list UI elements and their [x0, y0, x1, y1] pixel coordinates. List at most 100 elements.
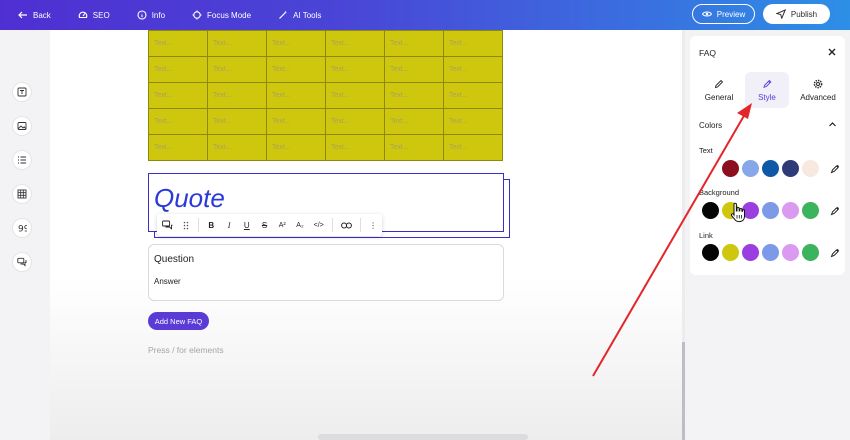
table-cell[interactable]: Text... — [325, 134, 385, 161]
eyedropper-icon[interactable] — [830, 164, 840, 174]
toolbar-divider — [331, 218, 333, 232]
link-color-swatch[interactable] — [802, 244, 819, 261]
superscript-button[interactable]: A² — [273, 214, 291, 236]
code-button[interactable]: </> — [309, 214, 329, 236]
table-cell[interactable]: Text... — [148, 56, 208, 83]
quote-text[interactable]: Quote — [154, 183, 225, 214]
table-cell[interactable]: Text... — [148, 134, 208, 161]
table-cell[interactable]: Text... — [443, 82, 503, 109]
focus-mode-button[interactable]: Focus Mode — [192, 10, 251, 20]
ai-tools-button[interactable]: AI Tools — [278, 10, 321, 20]
table-cell[interactable]: Text... — [443, 108, 503, 135]
table-cell[interactable]: Text... — [384, 30, 444, 57]
publish-button[interactable]: Publish — [763, 4, 830, 24]
underline-button[interactable]: U — [238, 214, 256, 236]
back-button[interactable]: Back — [18, 10, 51, 20]
background-color-swatch[interactable] — [782, 202, 799, 219]
table-cell[interactable]: Text... — [325, 108, 385, 135]
table-cell[interactable]: Text... — [266, 108, 326, 135]
table-cell[interactable]: Text... — [148, 30, 208, 57]
table-cell[interactable]: Text... — [325, 56, 385, 83]
text-block-icon[interactable] — [13, 83, 31, 101]
table-cell[interactable]: Text... — [266, 30, 326, 57]
focus-icon — [192, 10, 202, 20]
link-button[interactable] — [336, 214, 358, 236]
link-color-swatch[interactable] — [762, 244, 779, 261]
background-color-swatches — [702, 202, 822, 219]
table-cell[interactable]: Text... — [207, 30, 267, 57]
link-color-swatch[interactable] — [742, 244, 759, 261]
table-cell[interactable]: Text... — [325, 82, 385, 109]
faq-question[interactable]: Question — [154, 254, 194, 265]
left-tool-rail: 99 — [0, 30, 50, 440]
table-cell[interactable]: Text... — [266, 56, 326, 83]
table-row: Text... Text... Text... Text... Text... Text.… — [148, 82, 503, 109]
text-color-swatch[interactable] — [722, 160, 739, 177]
table-block-icon[interactable] — [13, 185, 31, 203]
colors-title: Colors — [699, 121, 723, 130]
drag-handle[interactable] — [176, 214, 196, 236]
background-color-swatch[interactable] — [742, 202, 759, 219]
tab-advanced-label: Advanced — [800, 92, 836, 102]
text-color-swatch[interactable] — [782, 160, 799, 177]
editor-canvas[interactable]: Text... Text... Text... Text... Text... Text.… — [50, 30, 684, 440]
tab-general[interactable]: General — [699, 72, 739, 108]
preview-button[interactable]: Preview — [692, 4, 755, 24]
link-color-swatch[interactable] — [722, 244, 739, 261]
image-block-icon[interactable] — [13, 117, 31, 135]
info-button[interactable]: Info — [137, 10, 165, 20]
text-color-swatch[interactable] — [802, 160, 819, 177]
table-block[interactable]: Text... Text... Text... Text... Text... Text.… — [148, 30, 503, 161]
text-color-swatch[interactable] — [762, 160, 779, 177]
faq-block[interactable]: Question Answer — [148, 244, 504, 301]
gauge-icon — [78, 11, 88, 19]
table-cell[interactable]: Text... — [266, 134, 326, 161]
link-color-swatch[interactable] — [702, 244, 719, 261]
text-color-swatch[interactable] — [742, 160, 759, 177]
table-cell[interactable]: Text... — [148, 108, 208, 135]
background-color-swatch[interactable] — [762, 202, 779, 219]
seo-button[interactable]: SEO — [78, 10, 110, 20]
faq-block-icon[interactable] — [13, 253, 31, 271]
quote-block-icon[interactable]: 99 — [13, 219, 31, 237]
tab-advanced[interactable]: Advanced — [795, 72, 841, 108]
table-cell[interactable]: Text... — [207, 134, 267, 161]
background-color-swatch[interactable] — [802, 202, 819, 219]
table-cell[interactable]: Text... — [148, 82, 208, 109]
tab-style[interactable]: Style — [745, 72, 789, 108]
tab-style-label: Style — [758, 92, 776, 102]
more-options-button[interactable]: ⋮ — [364, 214, 382, 236]
background-color-swatch[interactable] — [722, 202, 739, 219]
table-cell[interactable]: Text... — [384, 108, 444, 135]
table-cell[interactable]: Text... — [384, 56, 444, 83]
table-cell[interactable]: Text... — [207, 82, 267, 109]
arrow-left-icon — [18, 11, 27, 19]
background-color-swatch[interactable] — [702, 202, 719, 219]
block-type-button[interactable] — [160, 214, 176, 236]
table-cell[interactable]: Text... — [443, 30, 503, 57]
insert-element-hint[interactable]: Press / for elements — [148, 345, 224, 355]
table-cell[interactable]: Text... — [443, 134, 503, 161]
close-icon[interactable] — [827, 47, 837, 57]
pencil-icon — [714, 79, 724, 88]
eyedropper-icon[interactable] — [830, 248, 840, 258]
table-cell[interactable]: Text... — [207, 108, 267, 135]
strikethrough-button[interactable]: S — [256, 214, 274, 236]
eyedropper-icon[interactable] — [830, 206, 840, 216]
subscript-button[interactable]: A₂ — [291, 214, 309, 236]
table-cell[interactable]: Text... — [266, 82, 326, 109]
text-color-swatches — [702, 160, 822, 177]
bold-button[interactable]: B — [202, 214, 220, 236]
add-new-faq-button[interactable]: Add New FAQ — [148, 312, 209, 330]
link-color-swatch[interactable] — [782, 244, 799, 261]
chevron-up-icon[interactable] — [828, 120, 837, 129]
table-cell[interactable]: Text... — [325, 30, 385, 57]
list-block-icon[interactable] — [13, 151, 31, 169]
table-cell[interactable]: Text... — [443, 56, 503, 83]
table-cell[interactable]: Text... — [207, 56, 267, 83]
faq-answer[interactable]: Answer — [154, 277, 181, 286]
table-cell[interactable]: Text... — [384, 134, 444, 161]
italic-button[interactable]: I — [220, 214, 238, 236]
table-cell[interactable]: Text... — [384, 82, 444, 109]
text-color-swatch[interactable] — [702, 160, 719, 177]
